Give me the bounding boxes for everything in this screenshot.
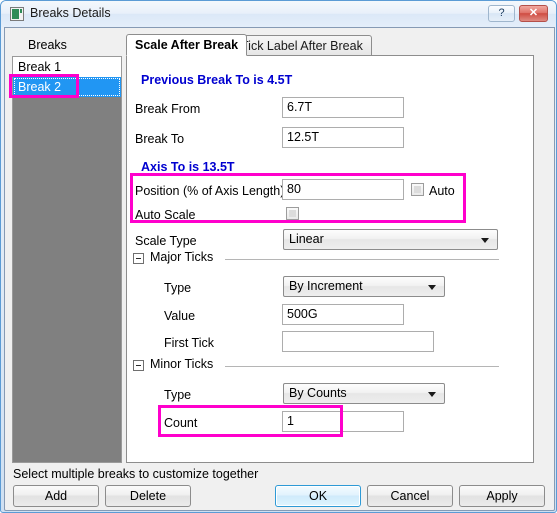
previous-break-note: Previous Break To is 4.5T [141,73,293,87]
position-auto-checkbox[interactable] [411,183,424,196]
scale-type-label: Scale Type [135,234,197,248]
major-type-dropdown[interactable]: By Increment [283,276,445,297]
major-type-value: By Increment [289,279,363,293]
tab-scale-after-break[interactable]: Scale After Break [126,34,248,56]
minor-count-input[interactable]: 1 [282,411,404,432]
ok-button[interactable]: OK [275,485,361,507]
list-item-break-2[interactable]: Break 2 [13,77,121,97]
break-from-input[interactable]: 6.7T [282,97,404,118]
break-to-label: Break To [135,132,185,146]
break-from-label: Break From [135,102,201,116]
close-button[interactable]: ✕ [519,5,548,22]
axis-to-note: Axis To is 13.5T [141,160,235,174]
scale-type-value: Linear [289,232,324,246]
collapse-toggle-icon[interactable] [133,253,144,264]
break-to-input[interactable]: 12.5T [282,127,404,148]
position-label: Position (% of Axis Length) [135,184,285,198]
auto-scale-label: Auto Scale [135,208,196,222]
app-window-icon [10,7,24,21]
group-rule [225,259,499,260]
auto-scale-checkbox[interactable] [286,207,299,220]
status-text: Select multiple breaks to customize toge… [13,467,259,481]
minor-ticks-group[interactable]: Minor Ticks [133,357,499,373]
apply-button[interactable]: Apply [459,485,545,507]
delete-button[interactable]: Delete [105,485,191,507]
minor-type-dropdown[interactable]: By Counts [283,383,445,404]
chevron-down-icon [428,392,436,397]
list-item-break-1[interactable]: Break 1 [13,57,121,77]
minor-ticks-title: Minor Ticks [150,357,214,371]
cancel-button[interactable]: Cancel [367,485,453,507]
breaks-list-label: Breaks [28,38,67,52]
major-first-tick-label: First Tick [164,336,214,350]
title-bar[interactable]: Breaks Details ? ✕ [1,1,556,27]
position-auto-label: Auto [429,184,455,198]
chevron-down-icon [428,285,436,290]
major-ticks-group[interactable]: Major Ticks [133,250,499,266]
major-ticks-title: Major Ticks [150,250,214,264]
breaks-details-dialog: Breaks Details ? ✕ Breaks Break 1 Break … [0,0,557,513]
major-value-label: Value [164,309,196,323]
scale-type-dropdown[interactable]: Linear [283,229,498,250]
add-button[interactable]: Add [13,485,99,507]
group-rule [225,366,499,367]
minor-count-label: Count [164,416,198,430]
window-title: Breaks Details [30,6,111,20]
minor-type-value: By Counts [289,386,347,400]
help-button[interactable]: ? [488,5,515,22]
major-value-input[interactable]: 500G [282,304,404,325]
breaks-list[interactable]: Break 1 Break 2 [12,56,122,463]
minor-type-label: Type [164,388,192,402]
chevron-down-icon [481,238,489,243]
major-type-label: Type [164,281,192,295]
collapse-toggle-icon[interactable] [133,360,144,371]
tab-strip: Scale After Break Tick Label After Break [126,34,534,56]
position-input[interactable]: 80 [282,179,404,200]
tab-tick-label-after-break[interactable]: Tick Label After Break [232,35,372,56]
major-first-tick-input[interactable] [282,331,434,352]
